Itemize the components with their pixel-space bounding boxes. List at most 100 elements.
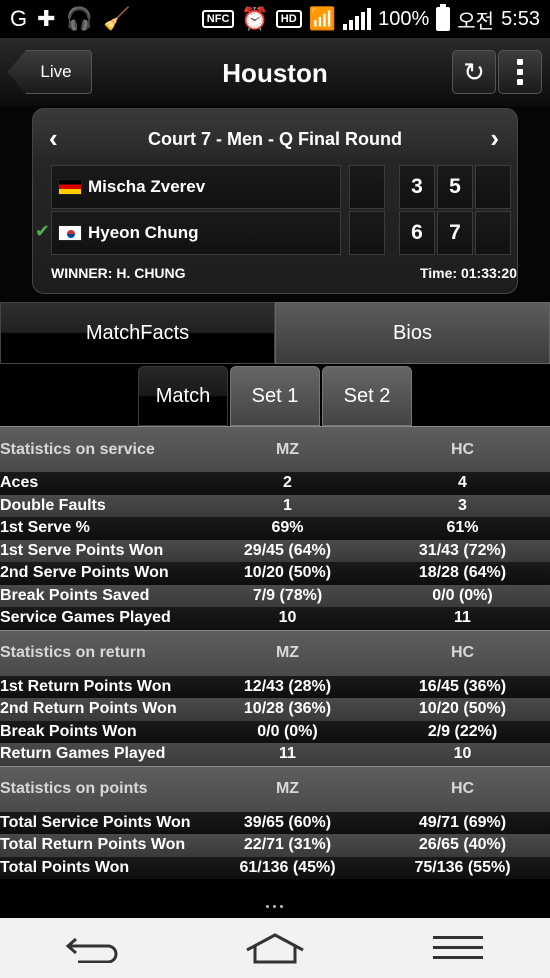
menu-button[interactable]: [418, 923, 498, 973]
section-header-service: Statistics on service MZ HC: [0, 426, 550, 472]
stats-table: Statistics on service MZ HC Aces 2 4 Doubl…: [0, 426, 550, 879]
subtab-match[interactable]: Match: [138, 366, 228, 426]
court-nav: ‹ Court 7 - Men - Q Final Round ›: [33, 117, 517, 157]
battery-percent: 100%: [378, 7, 430, 30]
match-time: Time: 01:33:20: [419, 265, 517, 281]
return-rows: 1st Return Points Won 12/43 (28%) 16/45 (3…: [0, 675, 550, 766]
back-arrow-icon: [65, 937, 118, 963]
col-header-mz: MZ: [275, 780, 300, 797]
main-tabs: MatchFacts Bios: [0, 302, 550, 364]
stat-label: 1st Serve Points Won: [0, 541, 164, 559]
stat-label: Service Games Played: [0, 609, 171, 627]
section-title: Statistics on points: [0, 780, 148, 797]
stat-label: 2nd Serve Points Won: [0, 564, 169, 582]
stat-hc: 75/136 (55%): [414, 858, 511, 876]
stat-row: Aces 2 4: [0, 472, 550, 495]
germany-flag-icon: [58, 179, 82, 195]
refresh-icon: ↻: [463, 56, 485, 87]
stat-row: Total Return Points Won 22/71 (31%) 26/65 …: [0, 834, 550, 857]
cleaner-icon: 🧹: [102, 6, 131, 31]
stat-mz: 69%: [271, 519, 304, 537]
stat-hc: 10/20 (50%): [418, 700, 507, 718]
stat-label: Total Service Points Won: [0, 813, 191, 831]
points-rows: Total Service Points Won 39/65 (60%) 49/71…: [0, 811, 550, 879]
stat-label: Total Return Points Won: [0, 836, 186, 854]
stat-row: Break Points Saved 7/9 (78%) 0/0 (0%): [0, 584, 550, 607]
subtab-set-2[interactable]: Set 2: [322, 366, 412, 426]
stat-mz: 11: [279, 745, 296, 763]
stat-row: 1st Serve % 69% 61%: [0, 517, 550, 540]
player-name-box: Mischa Zverev: [51, 165, 341, 209]
col-header-hc: HC: [450, 780, 475, 797]
score-cell: 7: [437, 211, 473, 255]
page-indicator: [266, 905, 283, 908]
stat-label: Total Points Won: [0, 858, 130, 876]
stat-mz: 2: [283, 474, 292, 492]
stat-hc: 0/0 (0%): [432, 586, 493, 604]
subtab-set-1[interactable]: Set 1: [230, 366, 320, 426]
winner-check-icon: ✔: [35, 221, 51, 241]
stat-hc: 61%: [446, 519, 479, 537]
stat-row: Break Points Won 0/0 (0%) 2/9 (22%): [0, 720, 550, 743]
next-match-icon[interactable]: ›: [490, 123, 499, 154]
stat-hc: 2/9 (22%): [427, 722, 498, 740]
stat-row: 2nd Serve Points Won 10/20 (50%) 18/28 (64…: [0, 562, 550, 585]
tab-bios[interactable]: Bios: [275, 302, 550, 364]
refresh-button[interactable]: ↻: [452, 50, 496, 94]
status-bar: G ✚ 🎧 🧹 NFC ⏰ HD 📶 100% 오전 5:53: [0, 0, 550, 38]
score-cell: [349, 211, 385, 255]
stat-label: Double Faults: [0, 496, 106, 514]
hamburger-icon: [433, 936, 484, 959]
stat-row: Total Points Won 61/136 (45%) 75/136 (55%): [0, 856, 550, 879]
stat-mz: 1: [283, 496, 292, 514]
home-icon: [246, 933, 304, 964]
score-cell: [475, 211, 511, 255]
stat-row: 1st Serve Points Won 29/45 (64%) 31/43 (72…: [0, 539, 550, 562]
tab-matchfacts[interactable]: MatchFacts: [0, 302, 275, 364]
score-cell: 6: [399, 211, 435, 255]
stat-mz: 10: [278, 609, 297, 627]
wifi-icon: 📶: [308, 6, 337, 31]
score-cell: [349, 165, 385, 209]
hd-icon: HD: [275, 9, 302, 29]
stat-mz: 10/28 (36%): [243, 700, 332, 718]
stat-row: Return Games Played 11 10: [0, 743, 550, 766]
overflow-menu-button[interactable]: [498, 50, 542, 94]
app-header: Live Houston ↻: [0, 38, 550, 106]
stat-mz: 29/45 (64%): [243, 541, 332, 559]
service-rows: Aces 2 4 Double Faults 1 3 1st Serve % 69% 61%…: [0, 472, 550, 630]
court-round-title: Court 7 - Men - Q Final Round: [148, 129, 402, 149]
stat-mz: 12/43 (28%): [243, 677, 332, 695]
stat-hc: 10: [453, 745, 472, 763]
stat-hc: 16/45 (36%): [418, 677, 507, 695]
ampm-label: 오전: [457, 10, 495, 33]
back-button[interactable]: [52, 923, 132, 973]
sub-tabs: Match Set 1 Set 2: [0, 364, 550, 426]
stat-row: 1st Return Points Won 12/43 (28%) 16/45 (3…: [0, 675, 550, 698]
stat-hc: 31/43 (72%): [418, 541, 507, 559]
col-header-hc: HC: [450, 440, 475, 458]
col-header-mz: MZ: [275, 440, 300, 458]
section-header-points: Statistics on points MZ HC: [0, 765, 550, 812]
headphones-icon: 🎧: [65, 6, 93, 31]
score-cell: 3: [399, 165, 435, 209]
clock: 5:53: [501, 7, 540, 30]
player-row-1: Mischa Zverev 3 5: [51, 165, 514, 209]
home-button[interactable]: [235, 923, 315, 973]
nfc-icon: NFC: [201, 9, 235, 29]
stat-mz: 0/0 (0%): [257, 722, 318, 740]
stat-label: Return Games Played: [0, 745, 166, 763]
stat-label: 2nd Return Points Won: [0, 700, 177, 718]
scorecard-area: ‹ Court 7 - Men - Q Final Round › Mischa…: [0, 106, 550, 302]
app-g-icon: G: [10, 6, 28, 31]
stat-label: 1st Return Points Won: [0, 677, 172, 695]
kebab-menu-icon: [517, 59, 523, 85]
player-row-2: ✔ Hyeon Chung 6 7: [35, 211, 514, 255]
player-name: Mischa Zverev: [88, 177, 206, 196]
stat-hc: 4: [458, 474, 467, 492]
section-header-return: Statistics on return MZ HC: [0, 629, 550, 676]
player-name: Hyeon Chung: [88, 223, 199, 242]
winner-text: WINNER: H. CHUNG: [51, 265, 186, 281]
section-title: Statistics on service: [0, 440, 155, 458]
stat-label: 1st Serve %: [0, 519, 90, 537]
